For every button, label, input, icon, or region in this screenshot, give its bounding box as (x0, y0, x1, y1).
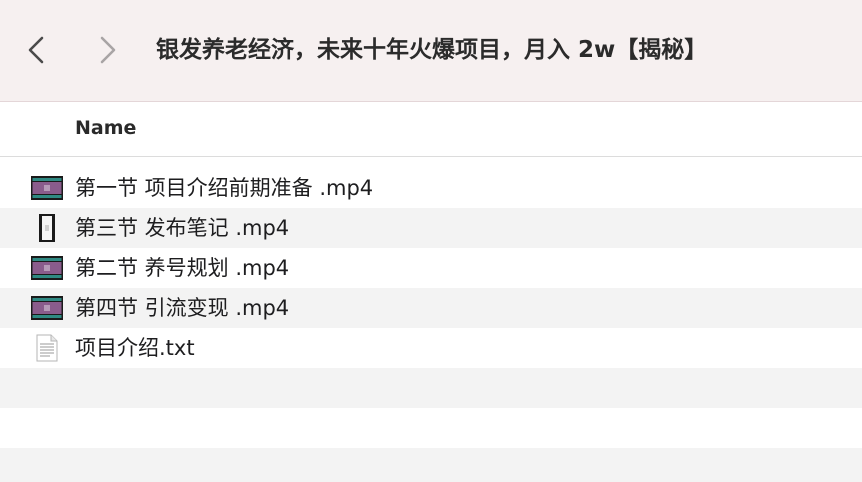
file-row[interactable]: 项目介绍.txt (0, 328, 862, 368)
back-button[interactable] (16, 28, 56, 72)
file-name: 第四节 引流变现 .mp4 (75, 296, 290, 320)
finder-window: 银发养老经济，未来十年火爆项目，月入 2w【揭秘】 Name 第一节 项目介绍前… (0, 0, 862, 482)
file-row[interactable]: 第二节 养号规划 .mp4 (0, 248, 862, 288)
window-title: 银发养老经济，未来十年火爆项目，月入 2w【揭秘】 (156, 37, 708, 63)
file-list: 第一节 项目介绍前期准备 .mp4 第三节 发布笔记 .mp4 第二节 养号规划… (0, 168, 862, 482)
video-thumbnail-icon (31, 174, 63, 202)
file-name: 第二节 养号规划 .mp4 (75, 256, 290, 280)
file-name: 第三节 发布笔记 .mp4 (75, 216, 290, 240)
chevron-right-icon (100, 36, 116, 64)
text-document-icon (31, 334, 63, 362)
column-header: Name (0, 103, 862, 157)
video-thumbnail-icon (31, 294, 63, 322)
forward-button[interactable] (88, 28, 128, 72)
column-header-name[interactable]: Name (75, 117, 136, 139)
file-row[interactable]: 第四节 引流变现 .mp4 (0, 288, 862, 328)
file-name: 项目介绍.txt (75, 336, 195, 360)
video-portrait-thumbnail-icon (31, 214, 63, 242)
chevron-left-icon (28, 36, 44, 64)
empty-row (0, 448, 862, 482)
toolbar: 银发养老经济，未来十年火爆项目，月入 2w【揭秘】 (0, 0, 862, 102)
file-name: 第一节 项目介绍前期准备 .mp4 (75, 176, 374, 200)
file-row[interactable]: 第一节 项目介绍前期准备 .mp4 (0, 168, 862, 208)
video-thumbnail-icon (31, 254, 63, 282)
empty-row (0, 408, 862, 448)
file-row[interactable]: 第三节 发布笔记 .mp4 (0, 208, 862, 248)
empty-row (0, 368, 862, 408)
